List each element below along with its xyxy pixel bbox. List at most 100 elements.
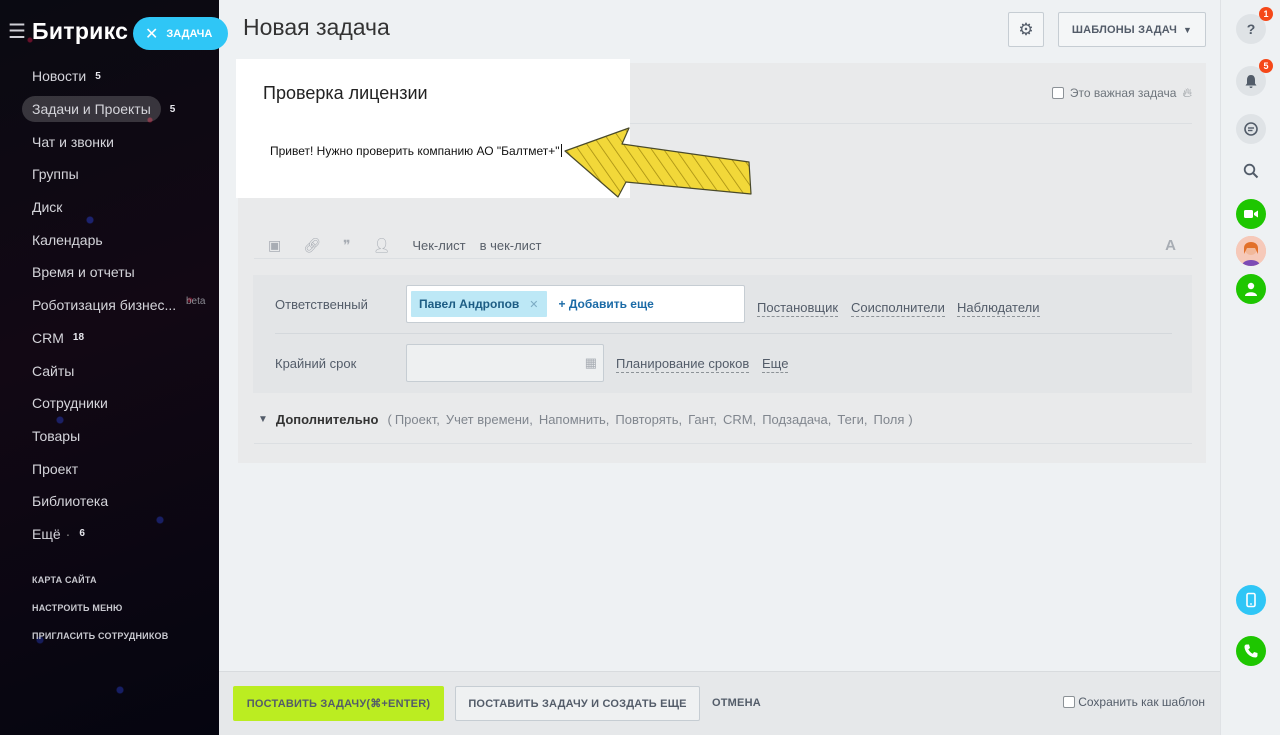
sidebar-item-products[interactable]: Товары [0, 420, 219, 453]
responsible-label: Ответственный [275, 297, 368, 312]
responsible-user-tag[interactable]: Павел Андропов ✕ [411, 291, 547, 317]
gear-icon: ⚙ [1018, 19, 1034, 39]
sidebar-item-label: Товары [32, 427, 81, 444]
additional-item[interactable]: Гант, [688, 412, 717, 427]
task-description-editor[interactable]: Привет! Нужно проверить компанию АО "Бал… [270, 144, 562, 158]
additional-close-paren: ) [908, 412, 913, 427]
chat-bubble-icon [1244, 122, 1258, 136]
creator-link[interactable]: Постановщик [757, 300, 839, 317]
additional-item[interactable]: Учет времени, [446, 412, 533, 427]
beta-badge: beta [186, 295, 206, 307]
additional-item[interactable]: Проект, [395, 412, 440, 427]
remove-user-icon[interactable]: ✕ [529, 298, 538, 311]
cancel-button[interactable]: ОТМЕНА [712, 697, 761, 709]
settings-button[interactable]: ⚙ [1008, 12, 1044, 47]
sidebar-item-more[interactable]: Ещё · 6 [0, 518, 219, 551]
apps-button[interactable] [1236, 585, 1266, 615]
close-icon: ✕ [145, 25, 159, 43]
configure-menu-link[interactable]: НАСТРОИТЬ МЕНЮ [32, 603, 122, 613]
sidebar-item-label: Группы [32, 166, 79, 183]
save-template-checkbox[interactable] [1063, 696, 1076, 708]
additional-item[interactable]: Теги, [837, 412, 867, 427]
save-as-template-toggle[interactable]: Сохранить как шаблон [1063, 695, 1205, 709]
sidebar-item-label: Диск [32, 199, 63, 216]
task-title-input[interactable]: Проверка лицензии [263, 83, 428, 104]
notifications-button[interactable]: 5 [1236, 59, 1273, 96]
task-templates-label: ШАБЛОНЫ ЗАДАЧ [1071, 23, 1178, 36]
phone-icon [1244, 644, 1258, 658]
search-button[interactable] [1236, 156, 1266, 186]
invite-employees-link[interactable]: ПРИГЛАСИТЬ СОТРУДНИКОВ [32, 631, 168, 641]
video-call-button[interactable] [1236, 199, 1266, 229]
observers-link[interactable]: Наблюдатели [957, 300, 1040, 317]
mention-user-icon[interactable]: 👤︎ [373, 237, 391, 254]
text-format-icon[interactable]: A [1165, 237, 1176, 254]
important-checkbox[interactable] [1051, 87, 1064, 99]
phone-call-button[interactable] [1236, 636, 1266, 666]
help-icon: ? [1246, 21, 1256, 37]
task-description-text: Привет! Нужно проверить компанию АО "Бал… [270, 144, 560, 158]
sidebar-item-robotization[interactable]: Роботизация бизнес... beta [0, 289, 219, 322]
task-pill-label: ЗАДАЧА [166, 27, 213, 40]
sidebar-item-calendar[interactable]: Календарь [0, 223, 219, 256]
additional-item[interactable]: Подзадача, [762, 412, 831, 427]
additional-label: Дополнительно [275, 412, 379, 427]
responsible-field[interactable]: Павел Андропов ✕ + Добавить еще [406, 285, 745, 323]
editor-toolbar: ▣ 🔗︎ ❞ 👤︎ Чек-лист в чек-лист A [268, 230, 1190, 260]
additional-item[interactable]: CRM, [723, 412, 756, 427]
additional-section[interactable]: ▼ Дополнительно ( Проект, Учет времени, … [258, 412, 913, 427]
additional-item[interactable]: Напомнить, [539, 412, 610, 427]
close-task-slider-button[interactable]: ✕ ЗАДАЧА [133, 17, 228, 50]
additional-item[interactable]: Повторять, [615, 412, 682, 427]
sidebar-item-chat[interactable]: Чат и звонки [0, 125, 219, 158]
contact-center-button[interactable] [1236, 274, 1266, 304]
sidebar-item-label: Время и отчеты [32, 264, 135, 281]
task-fields-block: Ответственный Павел Андропов ✕ + Добавит… [253, 275, 1192, 393]
coexecutors-link[interactable]: Соисполнители [851, 300, 945, 317]
sidebar-item-label: Сайты [32, 362, 75, 379]
to-checklist-button[interactable]: в чек-лист [480, 238, 542, 253]
more-fields-link[interactable]: Еще [762, 356, 789, 373]
sidebar-item-news[interactable]: Новости 5 [0, 60, 219, 93]
sidebar-item-time-reports[interactable]: Время и отчеты [0, 256, 219, 289]
planning-link[interactable]: Планирование сроков [616, 356, 750, 373]
portal-logo[interactable]: Битрикс 2 [32, 18, 148, 45]
submit-and-create-button[interactable]: ПОСТАВИТЬ ЗАДАЧУ И СОЗДАТЬ ЕЩЕ [455, 686, 700, 721]
sidebar-item-label: Чат и звонки [32, 133, 114, 150]
help-button[interactable]: ? 1 [1236, 7, 1273, 44]
sidebar-item-library[interactable]: Библиотека [0, 485, 219, 518]
submit-task-button[interactable]: ПОСТАВИТЬ ЗАДАЧУ(⌘+ENTER) [233, 686, 444, 721]
calendar-icon[interactable]: ▦ [585, 355, 597, 371]
attach-file-icon[interactable]: ▣ [268, 237, 281, 254]
add-more-link[interactable]: + Добавить еще [559, 297, 654, 311]
important-task-toggle[interactable]: Это важная задача 🔥︎ [1051, 85, 1192, 101]
sidebar-item-sites[interactable]: Сайты [0, 354, 219, 387]
deadline-label: Крайний срок [275, 356, 357, 371]
task-templates-button[interactable]: ШАБЛОНЫ ЗАДАЧ ▼ [1058, 12, 1206, 47]
sidebar-item-crm[interactable]: CRM 18 [0, 322, 219, 355]
sidebar-item-project[interactable]: Проект [0, 452, 219, 485]
sidebar-item-label: Календарь [32, 231, 103, 248]
site-map-link[interactable]: КАРТА САЙТА [32, 575, 97, 585]
sidebar-item-counter: 5 [169, 103, 176, 115]
important-label: Это важная задача [1069, 86, 1177, 100]
save-template-label: Сохранить как шаблон [1078, 695, 1205, 709]
quote-icon[interactable]: ❞ [343, 237, 351, 254]
help-badge: 1 [1259, 7, 1273, 21]
yellow-arrow-annotation [564, 127, 752, 198]
chevron-down-icon: ▼ [1183, 24, 1193, 35]
deadline-input[interactable]: ▦ [406, 344, 604, 382]
sidebar-item-groups[interactable]: Группы [0, 158, 219, 191]
checklist-button[interactable]: Чек-лист [412, 238, 465, 253]
sidebar-item-counter: 5 [95, 70, 101, 82]
sidebar-item-label: CRM [32, 329, 64, 346]
messenger-button[interactable] [1236, 114, 1266, 144]
link-icon[interactable]: 🔗︎ [303, 237, 321, 254]
user-avatar[interactable] [1236, 236, 1266, 266]
sidebar-item-employees[interactable]: Сотрудники [0, 387, 219, 420]
bell-icon [1245, 74, 1257, 88]
menu-burger-icon[interactable]: ☰ [8, 19, 30, 44]
sidebar-item-tasks[interactable]: Задачи и Проекты 5 [0, 93, 219, 126]
additional-item[interactable]: Поля [873, 412, 904, 427]
sidebar-item-disk[interactable]: Диск [0, 191, 219, 224]
